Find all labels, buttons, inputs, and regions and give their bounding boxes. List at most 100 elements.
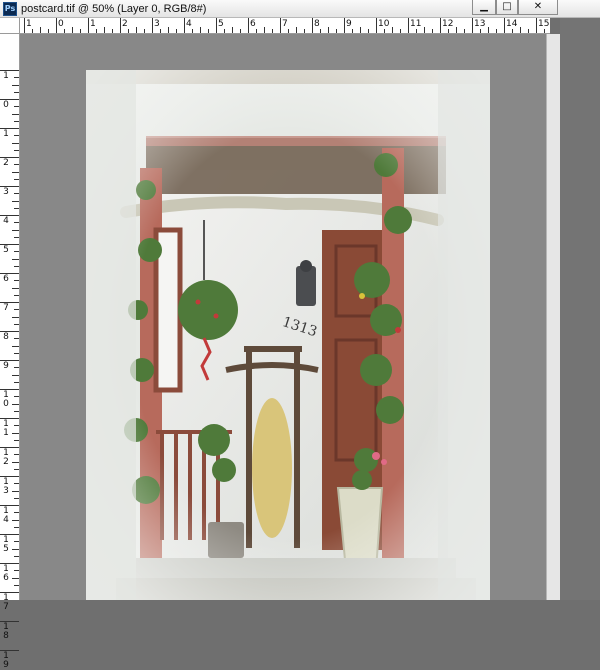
ruler-subtick-v: [12, 375, 19, 376]
ruler-subtick-h: [400, 29, 401, 33]
ruler-subtick-h: [416, 29, 417, 33]
ruler-subtick-v: [14, 150, 19, 151]
ruler-subtick-h: [392, 27, 393, 33]
ruler-subtick-v: [12, 288, 19, 289]
ruler-subtick-h: [128, 29, 129, 33]
ruler-label-v: 1 3: [3, 477, 9, 496]
ruler-label-v: 4: [3, 216, 9, 226]
close-button[interactable]: ✕: [518, 0, 558, 15]
window-title: postcard.tif @ 50% (Layer 0, RGB/8#): [21, 3, 207, 15]
ruler-label-v: 0: [3, 100, 9, 110]
ruler-subtick-h: [464, 29, 465, 33]
ruler-subtick-h: [176, 29, 177, 33]
ruler-label-h: 1: [26, 19, 32, 29]
ruler-label-v: 1 2: [3, 448, 9, 467]
ruler-subtick-h: [32, 29, 33, 33]
ruler-subtick-v: [14, 309, 19, 310]
ruler-subtick-h: [320, 29, 321, 33]
maximize-icon: □: [502, 1, 512, 12]
ruler-subtick-v: [12, 114, 19, 115]
ruler-subtick-h: [240, 29, 241, 33]
ruler-subtick-h: [480, 29, 481, 33]
ruler-tick-h: [408, 18, 409, 33]
ruler-tick-v: [0, 476, 19, 477]
ruler-subtick-v: [14, 193, 19, 194]
ruler-subtick-h: [328, 27, 329, 33]
ruler-subtick-v: [14, 367, 19, 368]
ruler-subtick-h: [264, 27, 265, 33]
ruler-subtick-v: [14, 396, 19, 397]
ruler-tick-h: [344, 18, 345, 33]
ruler-subtick-h: [200, 27, 201, 33]
ruler-tick-v: [0, 650, 19, 651]
ruler-subtick-v: [12, 346, 19, 347]
distress-vignette: [86, 70, 490, 600]
ruler-label-v: 1 1: [3, 419, 9, 438]
ruler-label-v: 1 4: [3, 506, 9, 525]
ruler-subtick-h: [520, 27, 521, 33]
ruler-subtick-h: [232, 27, 233, 33]
ruler-subtick-h: [384, 29, 385, 33]
ruler-label-v: 1 7: [3, 593, 9, 612]
maximize-button[interactable]: □: [496, 0, 518, 15]
ruler-subtick-v: [14, 498, 19, 499]
ruler-origin-corner[interactable]: [0, 18, 20, 34]
ruler-subtick-v: [12, 491, 19, 492]
ruler-subtick-v: [14, 121, 19, 122]
vertical-ruler[interactable]: 101234567891 01 11 21 31 41 51 61 71 81 …: [0, 34, 20, 670]
ruler-subtick-v: [14, 454, 19, 455]
ruler-label-h: 8: [314, 19, 320, 29]
ruler-subtick-v: [14, 440, 19, 441]
ruler-tick-v: [0, 447, 19, 448]
ruler-tick-v: [0, 157, 19, 158]
ruler-label-h: 4: [186, 19, 192, 29]
postcard-image[interactable]: 1313: [86, 70, 490, 600]
ruler-tick-h: [216, 18, 217, 33]
ruler-tick-h: [536, 18, 537, 33]
ruler-label-h: 1: [90, 19, 96, 29]
ruler-tick-h: [120, 18, 121, 33]
ruler-subtick-v: [12, 549, 19, 550]
ruler-tick-v: [0, 534, 19, 535]
ruler-tick-v: [0, 389, 19, 390]
ruler-label-v: 1 9: [3, 651, 9, 670]
ruler-subtick-v: [14, 208, 19, 209]
ruler-tick-h: [88, 18, 89, 33]
ruler-tick-h: [152, 18, 153, 33]
ruler-tick-v: [0, 128, 19, 129]
ruler-tick-v: [0, 302, 19, 303]
ruler-label-h: 5: [218, 19, 224, 29]
ruler-subtick-h: [432, 29, 433, 33]
horizontal-ruler[interactable]: 1 0 1 2 3 4 5 6 7 8 9 10 11 12 13 14 15: [20, 18, 550, 34]
distress-right-edge: [438, 70, 490, 600]
ruler-subtick-v: [12, 462, 19, 463]
vertical-scrollbar[interactable]: [546, 34, 560, 600]
ruler-tick-h: [24, 18, 25, 33]
ruler-subtick-h: [96, 29, 97, 33]
ruler-subtick-v: [14, 469, 19, 470]
ruler-subtick-v: [14, 280, 19, 281]
ruler-subtick-h: [496, 29, 497, 33]
ruler-subtick-v: [12, 85, 19, 86]
photoshop-app-icon: Ps: [3, 2, 17, 16]
ruler-subtick-h: [160, 29, 161, 33]
ruler-label-h: 6: [250, 19, 256, 29]
ruler-subtick-v: [14, 338, 19, 339]
ruler-tick-v: [0, 70, 19, 71]
ruler-label-h: 13: [474, 19, 486, 29]
ruler-label-h: 11: [410, 19, 422, 29]
title-bar[interactable]: Ps postcard.tif @ 50% (Layer 0, RGB/8#) …: [0, 0, 600, 18]
ruler-subtick-v: [14, 135, 19, 136]
minimize-icon: ▁: [480, 1, 488, 12]
distress-left-edge: [86, 70, 136, 600]
ruler-subtick-v: [14, 570, 19, 571]
ruler-subtick-h: [544, 29, 545, 33]
minimize-button[interactable]: ▁: [472, 0, 496, 15]
ruler-subtick-h: [360, 27, 361, 33]
ruler-tick-h: [472, 18, 473, 33]
ruler-label-v: 7: [3, 303, 9, 313]
ruler-tick-v: [0, 331, 19, 332]
ruler-tick-v: [0, 621, 19, 622]
ruler-subtick-v: [14, 541, 19, 542]
workspace-background-right: [560, 18, 600, 600]
